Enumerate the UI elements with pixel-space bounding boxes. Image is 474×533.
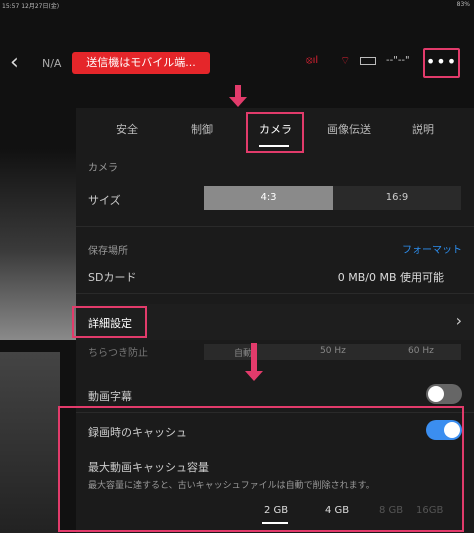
tab-about[interactable]: 説明 bbox=[412, 121, 434, 137]
divider bbox=[76, 226, 474, 227]
top-bar: ‹ N/A 送信機はモバイル端... ⦻ıl ⌔ --"--" ••• bbox=[0, 40, 474, 88]
tab-transmission[interactable]: 画像伝送 bbox=[327, 121, 371, 137]
divider bbox=[76, 293, 474, 294]
anti-flicker-label: ちらつき防止 bbox=[88, 348, 148, 359]
anti-flicker-auto[interactable]: 自動 bbox=[234, 346, 252, 359]
video-subtitle-toggle[interactable] bbox=[426, 384, 462, 404]
warning-banner[interactable]: 送信機はモバイル端... bbox=[72, 52, 210, 74]
tab-control[interactable]: 制御 bbox=[191, 121, 213, 137]
anti-flicker-50hz[interactable]: 50 Hz bbox=[320, 346, 346, 356]
annotation-arrow bbox=[251, 343, 257, 371]
video-subtitle-label: 動画字幕 bbox=[88, 390, 132, 403]
wifi-icon: ⌔ bbox=[340, 54, 351, 67]
annotation-box bbox=[72, 306, 147, 338]
settings-panel: 安全 制御 カメラ 画像伝送 説明 カメラ サイズ 4:3 16:9 保存場所 … bbox=[72, 108, 474, 340]
toggle-knob bbox=[428, 386, 444, 402]
anti-flicker-selector: 自動 50 Hz 60 Hz bbox=[204, 344, 461, 360]
flight-time: --"--" bbox=[386, 55, 410, 66]
chevron-right-icon: › bbox=[455, 311, 462, 330]
settings-tabs: 安全 制御 カメラ 画像伝送 説明 bbox=[76, 108, 474, 153]
advanced-settings-panel: ちらつき防止 自動 50 Hz 60 Hz 動画字幕 録画時のキャッシュ 最大動… bbox=[58, 340, 474, 533]
anti-flicker-60hz[interactable]: 60 Hz bbox=[408, 346, 434, 356]
anti-flicker-row: ちらつき防止 自動 50 Hz 60 Hz bbox=[76, 340, 474, 362]
sd-card-label: SDカード bbox=[88, 271, 137, 284]
format-link[interactable]: フォーマット bbox=[402, 241, 462, 256]
status-icons: ⦻ıl ⌔ --"--" bbox=[300, 54, 420, 69]
size-option-16-9[interactable]: 16:9 bbox=[333, 186, 461, 210]
size-label: サイズ bbox=[88, 194, 121, 207]
signal-icon: ⦻ıl bbox=[306, 55, 319, 66]
camera-preview bbox=[0, 115, 76, 340]
annotation-arrow-head bbox=[229, 97, 247, 107]
size-option-4-3[interactable]: 4:3 bbox=[204, 186, 333, 210]
annotation-box bbox=[246, 112, 304, 153]
back-icon[interactable]: ‹ bbox=[10, 52, 26, 74]
annotation-arrow bbox=[235, 85, 241, 97]
more-button[interactable]: ••• bbox=[423, 48, 460, 78]
status-bar: 15:57 12月27日(金) 83% bbox=[0, 0, 474, 10]
sd-card-capacity: 0 MB/0 MB 使用可能 bbox=[337, 271, 444, 284]
annotation-box bbox=[58, 406, 464, 532]
camera-preview-lower bbox=[0, 352, 60, 533]
flight-mode: N/A bbox=[42, 57, 62, 70]
battery-icon bbox=[360, 57, 376, 65]
tab-safety[interactable]: 安全 bbox=[116, 121, 138, 137]
storage-section-title: 保存場所 bbox=[88, 246, 128, 257]
battery-status: 83% bbox=[456, 1, 470, 8]
camera-section-title: カメラ bbox=[88, 163, 118, 174]
annotation-arrow-head bbox=[245, 371, 263, 381]
status-time: 15:57 12月27日(金) bbox=[2, 3, 60, 10]
size-selector: 4:3 16:9 bbox=[204, 186, 461, 210]
